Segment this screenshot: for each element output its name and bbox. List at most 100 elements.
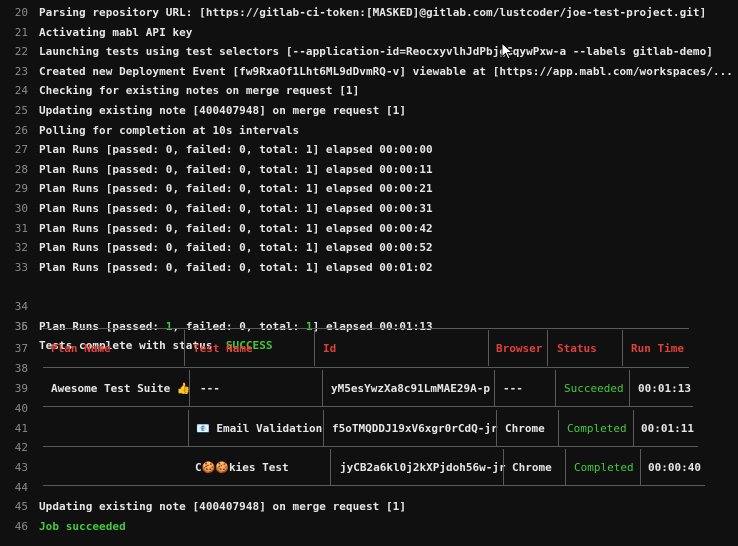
line-number: 43: [14, 461, 28, 474]
log-text: Polling for completion at 10s intervals: [39, 123, 300, 137]
line-number: 20: [14, 6, 28, 19]
column-separator: [547, 330, 548, 366]
line-number: 32: [14, 241, 28, 255]
row-border: [43, 406, 693, 407]
cell-run-time: 00:01:13: [638, 382, 691, 395]
column-separator: [494, 370, 495, 406]
log-line: 42: [0, 438, 738, 458]
log-line: 21 Activating mabl API key: [0, 23, 738, 43]
log-line: 36: [0, 317, 738, 337]
log-line: 29 Plan Runs [passed: 0, failed: 0, total…: [0, 179, 738, 199]
column-separator: [622, 330, 623, 366]
log-text: Plan Runs [passed: 0, failed: 0, total: …: [39, 143, 433, 157]
line-number: 25: [14, 104, 28, 117]
log-line: 20 Parsing repository URL: [https://gitla…: [0, 3, 738, 23]
line-number: 38: [14, 362, 28, 375]
column-separator: [640, 449, 641, 485]
line-number: 23: [14, 64, 28, 78]
line-number: 27: [14, 143, 28, 157]
cell-browser: Chrome: [505, 421, 545, 435]
header-run-time: Run Time: [631, 342, 684, 355]
cell-run-time: 00:01:11: [641, 421, 694, 435]
log-line: 28 Plan Runs [passed: 0, failed: 0, total…: [0, 160, 738, 180]
column-separator: [633, 410, 634, 446]
log-line: 35 Tests complete with status SUCCESS: [0, 297, 738, 353]
line-number: 26: [14, 123, 28, 137]
log-text: Launching tests using test selectors [--…: [39, 45, 713, 59]
line-number: 42: [14, 441, 28, 454]
header-id: Id: [323, 342, 337, 355]
line-number: 33: [14, 260, 28, 274]
job-log-viewer: 20 Parsing repository URL: [https://gitla…: [0, 0, 738, 546]
log-text: Parsing repository URL: [https://gitlab-…: [39, 6, 707, 19]
line-number: 39: [14, 382, 28, 395]
log-text: Activating mabl API key: [39, 25, 193, 39]
column-separator: [629, 370, 630, 406]
line-number: 22: [14, 45, 28, 59]
log-text: Plan Runs [passed: 0, failed: 0, total: …: [39, 162, 433, 176]
cell-id: jyCB2a6kl0j2kXPjdoh56w-jr: [340, 461, 506, 474]
log-line: 27 Plan Runs [passed: 0, failed: 0, total…: [0, 140, 738, 160]
log-line: 31 Plan Runs [passed: 0, failed: 0, total…: [0, 219, 738, 239]
column-separator: [488, 330, 489, 366]
column-separator: [184, 330, 185, 366]
column-separator: [323, 410, 324, 446]
cell-status: Succeeded: [564, 382, 624, 395]
header-bottom-border: [43, 367, 689, 368]
column-separator: [555, 370, 556, 406]
cell-id: yM5esYwzXa8c91LmMAE29A-p: [331, 382, 490, 395]
line-number: 21: [14, 25, 28, 39]
line-number: 36: [14, 319, 28, 333]
log-text: Plan Runs [passed: 0, failed: 0, total: …: [39, 260, 433, 274]
line-number: 30: [14, 202, 28, 215]
column-separator: [322, 370, 323, 406]
log-text: Plan Runs [passed: 0, failed: 0, total: …: [39, 182, 433, 196]
table-top-border: [43, 328, 689, 329]
cell-test-name: 📧 Email Validation: [196, 421, 323, 435]
log-line: 32 Plan Runs [passed: 0, failed: 0, total…: [0, 238, 738, 258]
column-separator: [503, 449, 504, 485]
log-line: 26 Polling for completion at 10s interval…: [0, 121, 738, 141]
line-number: 28: [14, 162, 28, 176]
header-plan-name: Plan Name: [51, 342, 111, 355]
table-bottom-border: [43, 485, 705, 486]
column-separator: [188, 410, 189, 446]
line-number: 24: [14, 84, 28, 98]
log-text: Plan Runs [passed: 0, failed: 0, total: …: [39, 241, 433, 255]
column-separator: [558, 410, 559, 446]
line-number: 44: [14, 480, 28, 494]
cell-status: Completed: [574, 461, 634, 474]
line-number: 37: [14, 342, 28, 355]
header-status: Status: [557, 342, 597, 355]
column-separator: [330, 449, 331, 485]
log-line: 33 Plan Runs [passed: 0, failed: 0, total…: [0, 258, 738, 278]
job-status-text: Job succeeded: [39, 519, 126, 533]
log-line: 40: [0, 399, 738, 419]
log-text: Created new Deployment Event [fw9RxaOf1L…: [39, 64, 738, 78]
cell-test-name: C🍪🍪kies Test: [195, 461, 289, 474]
column-separator: [314, 330, 315, 366]
log-text: Checking for existing notes on merge req…: [39, 84, 360, 98]
cell-plan-name: Awesome Test Suite 👍: [51, 382, 191, 395]
cell-test-name: ---: [200, 382, 220, 395]
line-number: 31: [14, 221, 28, 235]
column-separator: [496, 410, 497, 446]
column-separator: [565, 449, 566, 485]
cell-status: Completed: [567, 421, 627, 435]
log-line: 23 Created new Deployment Event [fw9RxaOf…: [0, 62, 738, 82]
line-number: 46: [14, 519, 28, 533]
header-browser: Browser: [496, 342, 543, 355]
log-line: 34 Plan Runs [passed: 1, failed: 0, tota…: [0, 277, 738, 333]
log-line: 24 Checking for existing notes on merge r…: [0, 81, 738, 101]
line-number: 45: [14, 500, 28, 513]
log-line: 38: [0, 359, 738, 379]
line-number: 29: [14, 182, 28, 196]
cell-id: f5oTMQDDJ19xV6xgr0rCdQ-jr: [332, 421, 498, 435]
line-number: 41: [14, 421, 28, 435]
log-line: 22 Launching tests using test selectors […: [0, 42, 738, 62]
cell-run-time: 00:00:40: [648, 461, 701, 474]
log-line: 30 Plan Runs [passed: 0, failed: 0, total…: [0, 199, 738, 219]
line-number: 40: [14, 402, 28, 415]
log-text: Updating existing note [400407948] on me…: [39, 104, 406, 117]
cell-browser: ---: [503, 382, 523, 395]
